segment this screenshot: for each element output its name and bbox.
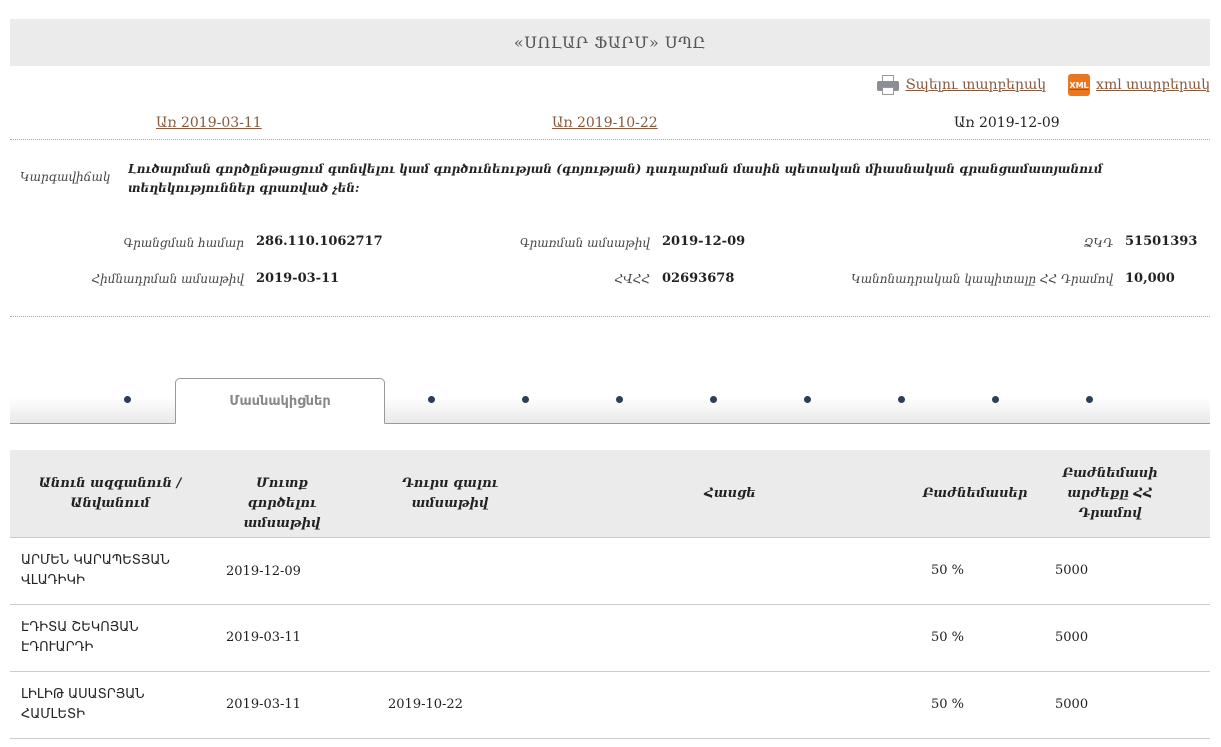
founding-date-value: 2019-03-11 xyxy=(256,271,340,286)
founding-date-label: Հիմնադրման ամսաթիվ xyxy=(91,272,244,286)
header-name: Անուն ազգանուն / Անվանում xyxy=(38,476,182,511)
xml-version-link[interactable]: XML xml տարբերակ xyxy=(1068,74,1210,96)
status-value: Լուծարման գործընթացում գտնվելու կամ գործ… xyxy=(128,162,1103,195)
header-address: Հասցե xyxy=(704,486,756,501)
participant-share-value: 5000 xyxy=(1055,563,1089,578)
tab-participants[interactable]: Մասնակիցներ xyxy=(175,378,385,424)
xml-version-label: xml տարբերակ xyxy=(1096,77,1210,93)
participant-name: ԼԻԼԻԹ ԱՍԱՏՐՅԱՆ ՀԱՄԼԵՏԻ xyxy=(21,687,145,722)
participant-entry-date: 2019-03-11 xyxy=(226,697,301,712)
header-share-value: Բաժնեմասի արժեքը ՀՀ Դրամով xyxy=(1062,466,1158,521)
tin-label: ՀՎՀՀ xyxy=(614,272,650,286)
company-header: «ՍՈԼԱՐ ՖԱՐՄ» ՍՊԸ xyxy=(10,19,1210,66)
tin-value: 02693678 xyxy=(662,271,735,286)
participant-name: ԱՐՄԵՆ ԿԱՐԱՊԵՏՅԱՆ ՎԼԱԴԻԿԻ xyxy=(21,553,170,588)
tab-bar: Մասնակիցներ xyxy=(10,376,1210,424)
tab-dot[interactable] xyxy=(124,396,131,403)
participants-table: Անուն ազգանուն / Անվանում Մուտք գործելու… xyxy=(10,450,1210,739)
date-link-2019-03-11[interactable]: Առ 2019-03-11 xyxy=(156,115,262,131)
capital-value: 10,000 xyxy=(1125,271,1175,286)
participant-shares: 50 % xyxy=(931,563,965,578)
capital-label: Կանոնադրական կապիտալը ՀՀ Դրամով xyxy=(851,272,1113,286)
print-version-link[interactable]: Տպելու տարբերակ xyxy=(877,75,1046,95)
printer-icon xyxy=(877,75,900,95)
company-title: «ՍՈԼԱՐ ՖԱՐՄ» ՍՊԸ xyxy=(513,33,707,52)
xml-file-icon: XML xyxy=(1068,74,1091,96)
participant-name: ԷԴԻՏԱ ՇԵԿՈՅԱՆ ԷԴՈՒԱՐԴԻ xyxy=(21,620,139,655)
header-shares: Բաժնեմասեր xyxy=(922,486,1028,501)
date-link-2019-10-22[interactable]: Առ 2019-10-22 xyxy=(552,115,658,131)
participant-shares: 50 % xyxy=(931,697,965,712)
tab-dot[interactable] xyxy=(710,396,717,403)
download-links: Տպելու տարբերակ XML xml տարբերակ xyxy=(877,74,1210,96)
tab-dot[interactable] xyxy=(898,396,905,403)
header-entry-date: Մուտք գործելու ամսաթիվ xyxy=(243,476,321,531)
header-exit-date: Դուրս գալու ամսաթիվ xyxy=(401,476,499,511)
entry-date-value: 2019-12-09 xyxy=(662,234,746,249)
entry-date-label: Գրառման ամսաթիվ xyxy=(519,236,650,250)
table-row: ԷԴԻՏԱ ՇԵԿՈՅԱՆ ԷԴՈՒԱՐԴԻ 2019-03-11 50 % 5… xyxy=(10,605,1210,672)
tab-dot[interactable] xyxy=(1086,396,1093,403)
tab-dot[interactable] xyxy=(804,396,811,403)
tab-dot[interactable] xyxy=(522,396,529,403)
participant-share-value: 5000 xyxy=(1055,630,1089,645)
print-version-label: Տպելու տարբերակ xyxy=(905,77,1047,93)
status-label: Կարգավիճակ xyxy=(20,170,111,184)
reg-number-value: 286.110.1062717 xyxy=(256,234,383,249)
tab-dot[interactable] xyxy=(428,396,435,403)
tab-dot[interactable] xyxy=(616,396,623,403)
current-date: Առ 2019-12-09 xyxy=(954,115,1060,131)
participant-entry-date: 2019-12-09 xyxy=(226,564,301,579)
participant-exit-date: 2019-10-22 xyxy=(388,697,463,712)
table-row: ԱՐՄԵՆ ԿԱՐԱՊԵՏՅԱՆ ՎԼԱԴԻԿԻ 2019-12-09 50 %… xyxy=(10,538,1210,605)
zkd-value: 51501393 xyxy=(1125,234,1198,249)
table-header: Անուն ազգանուն / Անվանում Մուտք գործելու… xyxy=(10,450,1210,538)
participant-share-value: 5000 xyxy=(1055,697,1089,712)
participant-entry-date: 2019-03-11 xyxy=(226,630,301,645)
participant-shares: 50 % xyxy=(931,630,965,645)
zkd-label: ՁԿԴ xyxy=(1083,236,1113,250)
tab-dot[interactable] xyxy=(992,396,999,403)
date-versions: Առ 2019-03-11 Առ 2019-10-22 Առ 2019-12-0… xyxy=(10,112,1210,140)
table-row: ԼԻԼԻԹ ԱՍԱՏՐՅԱՆ ՀԱՄԼԵՏԻ 2019-03-11 2019-1… xyxy=(10,672,1210,739)
reg-number-label: Գրանցման համար xyxy=(123,236,244,250)
company-info: Գրանցման համար 286.110.1062717 Գրառման ա… xyxy=(10,230,1210,317)
